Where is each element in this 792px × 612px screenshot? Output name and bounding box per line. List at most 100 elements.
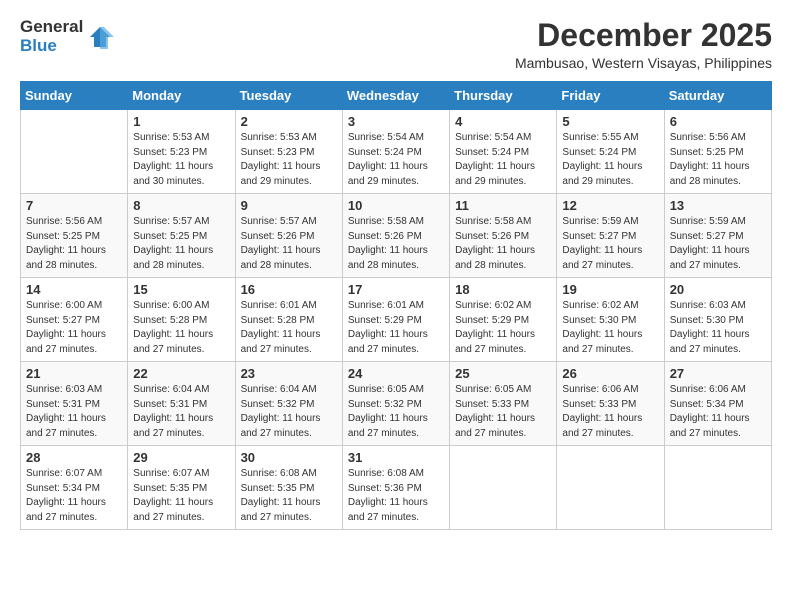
calendar-cell: 28 Sunrise: 6:07 AM Sunset: 5:34 PM Dayli… [21, 446, 128, 530]
header-monday: Monday [128, 82, 235, 110]
header-saturday: Saturday [664, 82, 771, 110]
day-number: 19 [562, 282, 658, 297]
calendar-cell: 3 Sunrise: 5:54 AM Sunset: 5:24 PM Daylig… [342, 110, 449, 194]
page: General Blue December 2025 Mambusao, Wes… [0, 0, 792, 612]
calendar-cell: 20 Sunrise: 6:03 AM Sunset: 5:30 PM Dayli… [664, 278, 771, 362]
calendar-cell [21, 110, 128, 194]
day-info: Sunrise: 5:57 AM Sunset: 5:25 PM Dayligh… [133, 215, 229, 273]
day-info: Sunrise: 6:08 AM Sunset: 5:36 PM Dayligh… [348, 467, 444, 525]
day-number: 20 [670, 282, 766, 297]
calendar-cell: 23Sunrise: 6:04 AM Sunset: 5:32 PM Dayli… [235, 362, 342, 446]
day-number: 10 [348, 198, 444, 213]
header-wednesday: Wednesday [342, 82, 449, 110]
day-info: Sunrise: 6:02 AM Sunset: 5:30 PM Dayligh… [562, 299, 658, 357]
month-title: December 2025 [515, 18, 772, 53]
day-number: 7 [26, 198, 122, 213]
calendar-cell [450, 446, 557, 530]
day-info: Sunrise: 6:06 AM Sunset: 5:33 PM Dayligh… [562, 383, 658, 441]
day-info: Sunrise: 6:08 AM Sunset: 5:35 PM Dayligh… [241, 467, 337, 525]
day-number: 25 [455, 366, 551, 381]
day-number: 27 [670, 366, 766, 381]
calendar-header-row: SundayMondayTuesdayWednesdayThursdayFrid… [21, 82, 772, 110]
calendar-cell: 5 Sunrise: 5:55 AM Sunset: 5:24 PM Daylig… [557, 110, 664, 194]
day-number: 26 [562, 366, 658, 381]
header-tuesday: Tuesday [235, 82, 342, 110]
calendar-cell: 25 Sunrise: 6:05 AM Sunset: 5:33 PM Dayli… [450, 362, 557, 446]
day-number: 3 [348, 114, 444, 129]
day-number: 31 [348, 450, 444, 465]
day-number: 24 [348, 366, 444, 381]
day-info: Sunrise: 6:07 AM Sunset: 5:34 PM Dayligh… [26, 467, 122, 525]
day-info: Sunrise: 6:03 AM Sunset: 5:30 PM Dayligh… [670, 299, 766, 357]
day-number: 17 [348, 282, 444, 297]
calendar-cell: 29 Sunrise: 6:07 AM Sunset: 5:35 PM Dayli… [128, 446, 235, 530]
calendar-cell: 26 Sunrise: 6:06 AM Sunset: 5:33 PM Dayli… [557, 362, 664, 446]
day-info: Sunrise: 5:57 AM Sunset: 5:26 PM Dayligh… [241, 215, 337, 273]
day-number: 12 [562, 198, 658, 213]
day-info: Sunrise: 6:01 AM Sunset: 5:28 PM Dayligh… [241, 299, 337, 357]
day-info: Sunrise: 5:54 AM Sunset: 5:24 PM Dayligh… [455, 131, 551, 189]
day-number: 21 [26, 366, 122, 381]
logo-general-text: General [20, 18, 83, 37]
day-info: Sunrise: 6:05 AM Sunset: 5:32 PM Dayligh… [348, 383, 444, 441]
day-number: 29 [133, 450, 229, 465]
calendar-cell: 14Sunrise: 6:00 AM Sunset: 5:27 PM Dayli… [21, 278, 128, 362]
calendar-cell: 6 Sunrise: 5:56 AM Sunset: 5:25 PM Daylig… [664, 110, 771, 194]
calendar-cell: 21 Sunrise: 6:03 AM Sunset: 5:31 PM Dayli… [21, 362, 128, 446]
logo-icon [86, 23, 114, 51]
day-info: Sunrise: 6:05 AM Sunset: 5:33 PM Dayligh… [455, 383, 551, 441]
calendar-cell: 19 Sunrise: 6:02 AM Sunset: 5:30 PM Dayli… [557, 278, 664, 362]
day-number: 9 [241, 198, 337, 213]
day-info: Sunrise: 5:56 AM Sunset: 5:25 PM Dayligh… [26, 215, 122, 273]
day-info: Sunrise: 6:04 AM Sunset: 5:31 PM Dayligh… [133, 383, 229, 441]
day-info: Sunrise: 6:03 AM Sunset: 5:31 PM Dayligh… [26, 383, 122, 441]
day-number: 5 [562, 114, 658, 129]
location: Mambusao, Western Visayas, Philippines [515, 55, 772, 71]
day-number: 18 [455, 282, 551, 297]
calendar-cell: 2Sunrise: 5:53 AM Sunset: 5:23 PM Daylig… [235, 110, 342, 194]
day-info: Sunrise: 6:02 AM Sunset: 5:29 PM Dayligh… [455, 299, 551, 357]
calendar-cell: 13 Sunrise: 5:59 AM Sunset: 5:27 PM Dayli… [664, 194, 771, 278]
calendar-cell: 30 Sunrise: 6:08 AM Sunset: 5:35 PM Dayli… [235, 446, 342, 530]
calendar-table: SundayMondayTuesdayWednesdayThursdayFrid… [20, 81, 772, 530]
day-info: Sunrise: 5:59 AM Sunset: 5:27 PM Dayligh… [670, 215, 766, 273]
calendar-week-row: 1 Sunrise: 5:53 AM Sunset: 5:23 PM Daylig… [21, 110, 772, 194]
day-number: 11 [455, 198, 551, 213]
day-info: Sunrise: 5:59 AM Sunset: 5:27 PM Dayligh… [562, 215, 658, 273]
day-info: Sunrise: 5:58 AM Sunset: 5:26 PM Dayligh… [455, 215, 551, 273]
header-sunday: Sunday [21, 82, 128, 110]
calendar-cell [557, 446, 664, 530]
day-number: 13 [670, 198, 766, 213]
day-number: 15 [133, 282, 229, 297]
calendar-cell: 8 Sunrise: 5:57 AM Sunset: 5:25 PM Daylig… [128, 194, 235, 278]
header: General Blue December 2025 Mambusao, Wes… [20, 18, 772, 71]
day-number: 30 [241, 450, 337, 465]
day-number: 16 [241, 282, 337, 297]
day-info: Sunrise: 6:04 AM Sunset: 5:32 PM Dayligh… [241, 383, 337, 441]
calendar-cell: 18 Sunrise: 6:02 AM Sunset: 5:29 PM Dayli… [450, 278, 557, 362]
header-thursday: Thursday [450, 82, 557, 110]
day-number: 6 [670, 114, 766, 129]
day-info: Sunrise: 5:55 AM Sunset: 5:24 PM Dayligh… [562, 131, 658, 189]
calendar-cell: 12 Sunrise: 5:59 AM Sunset: 5:27 PM Dayli… [557, 194, 664, 278]
title-block: December 2025 Mambusao, Western Visayas,… [515, 18, 772, 71]
day-number: 28 [26, 450, 122, 465]
day-info: Sunrise: 5:53 AM Sunset: 5:23 PM Dayligh… [133, 131, 229, 189]
day-info: Sunrise: 5:53 AM Sunset: 5:23 PM Dayligh… [241, 131, 337, 189]
day-number: 1 [133, 114, 229, 129]
calendar-cell: 15Sunrise: 6:00 AM Sunset: 5:28 PM Dayli… [128, 278, 235, 362]
day-number: 8 [133, 198, 229, 213]
calendar-cell [664, 446, 771, 530]
day-number: 4 [455, 114, 551, 129]
calendar-cell: 27Sunrise: 6:06 AM Sunset: 5:34 PM Dayli… [664, 362, 771, 446]
day-info: Sunrise: 6:01 AM Sunset: 5:29 PM Dayligh… [348, 299, 444, 357]
day-info: Sunrise: 6:07 AM Sunset: 5:35 PM Dayligh… [133, 467, 229, 525]
calendar-cell: 1 Sunrise: 5:53 AM Sunset: 5:23 PM Daylig… [128, 110, 235, 194]
calendar-cell: 31 Sunrise: 6:08 AM Sunset: 5:36 PM Dayli… [342, 446, 449, 530]
day-info: Sunrise: 5:54 AM Sunset: 5:24 PM Dayligh… [348, 131, 444, 189]
calendar-cell: 9 Sunrise: 5:57 AM Sunset: 5:26 PM Daylig… [235, 194, 342, 278]
logo-blue-text: Blue [20, 37, 83, 56]
calendar-cell: 11 Sunrise: 5:58 AM Sunset: 5:26 PM Dayli… [450, 194, 557, 278]
day-info: Sunrise: 5:58 AM Sunset: 5:26 PM Dayligh… [348, 215, 444, 273]
day-info: Sunrise: 5:56 AM Sunset: 5:25 PM Dayligh… [670, 131, 766, 189]
